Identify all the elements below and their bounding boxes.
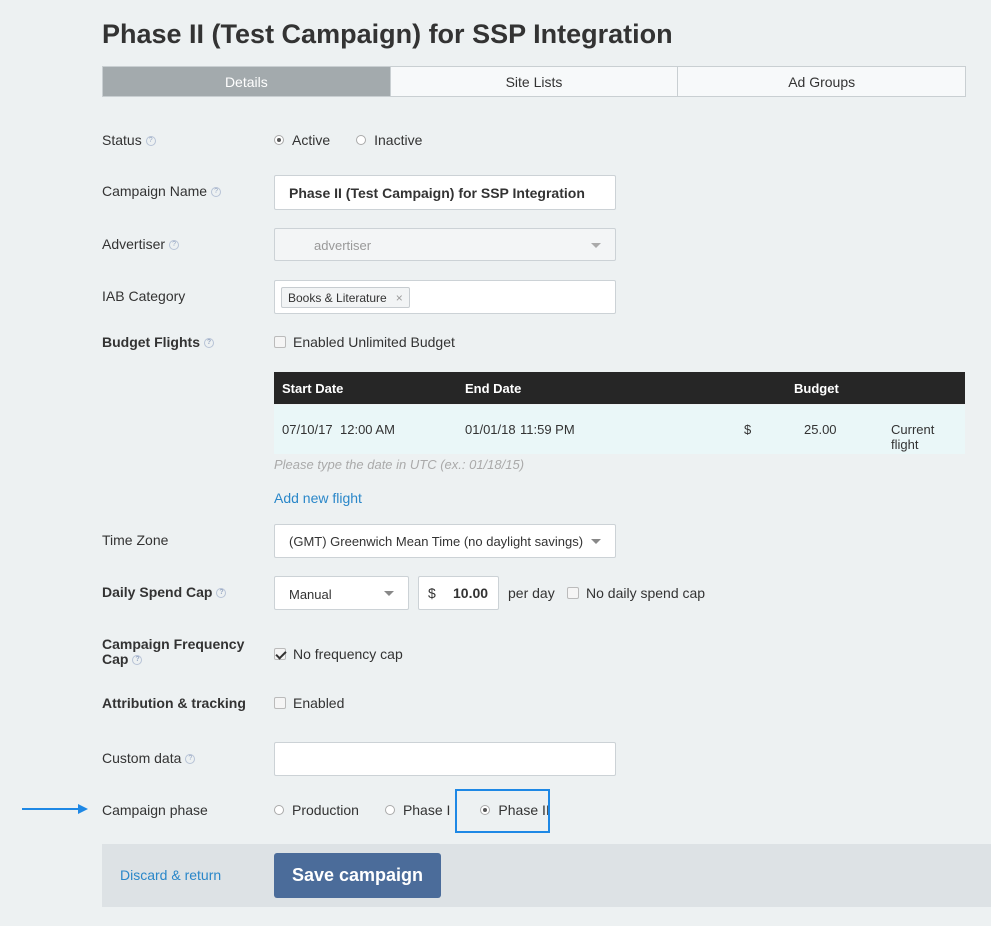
unlimited-budget-checkbox[interactable]: Enabled Unlimited Budget [274, 334, 455, 350]
form-footer: Discard & return Save campaign [102, 844, 991, 907]
flight-end-date[interactable]: 01/01/18 [465, 422, 516, 437]
checkbox-checked-icon [274, 648, 286, 660]
page-title: Phase II (Test Campaign) for SSP Integra… [102, 19, 673, 49]
help-icon[interactable]: ? [204, 338, 214, 349]
time-zone-select[interactable]: (GMT) Greenwich Mean Time (no daylight s… [274, 524, 616, 558]
add-new-flight-link[interactable]: Add new flight [274, 490, 362, 506]
status-active-radio[interactable]: Active [274, 132, 330, 148]
custom-data-label: Custom data? [102, 750, 196, 766]
attribution-label: Attribution & tracking [102, 695, 246, 711]
flight-currency: $ [744, 422, 752, 437]
advertiser-select[interactable]: advertiser [274, 228, 616, 261]
campaign-name-input[interactable]: Phase II (Test Campaign) for SSP Integra… [274, 175, 616, 210]
per-day-text: per day [508, 585, 555, 601]
spend-cap-mode-select[interactable]: Manual [274, 576, 409, 610]
tab-bar: Details Site Lists Ad Groups [102, 66, 966, 97]
status-label: Status? [102, 132, 156, 148]
no-frequency-cap-checkbox[interactable]: No frequency cap [274, 646, 403, 662]
advertiser-label: Advertiser? [102, 236, 180, 252]
spend-cap-amount: 10.00 [453, 585, 489, 601]
chevron-down-icon [591, 539, 601, 544]
remove-tag-icon[interactable]: × [396, 291, 403, 305]
no-daily-spend-cap-checkbox[interactable]: No daily spend cap [567, 585, 705, 601]
attribution-enabled-checkbox[interactable]: Enabled [274, 695, 344, 711]
phase-ii-highlight-box [455, 789, 550, 833]
time-zone-label: Time Zone [102, 532, 169, 548]
campaign-name-label: Campaign Name? [102, 183, 222, 199]
chevron-down-icon [591, 242, 601, 248]
help-icon[interactable]: ? [169, 240, 180, 251]
help-icon[interactable]: ? [185, 754, 196, 765]
chevron-down-icon [384, 591, 394, 596]
date-format-hint: Please type the date in UTC (ex.: 01/18/… [274, 457, 525, 472]
tab-details[interactable]: Details [103, 67, 391, 96]
radio-empty-icon [384, 805, 395, 815]
flights-table-header: Start Date End Date Budget [274, 372, 965, 404]
tab-site-lists[interactable]: Site Lists [391, 67, 679, 96]
frequency-cap-label: Campaign Frequency Cap? [102, 636, 245, 667]
radio-selected-icon [274, 135, 284, 145]
status-radio-group: Active Inactive [274, 132, 448, 148]
help-icon[interactable]: ? [211, 187, 222, 198]
column-budget: Budget [794, 381, 839, 396]
campaign-phase-label: Campaign phase [102, 802, 208, 818]
column-end-date: End Date [465, 381, 522, 396]
flight-budget-amount[interactable]: 25.00 [804, 422, 837, 437]
radio-empty-icon [274, 805, 284, 815]
iab-category-tag: Books & Literature × [281, 287, 410, 308]
tab-ad-groups[interactable]: Ad Groups [678, 67, 965, 96]
flight-status-note: Current flight [891, 422, 935, 452]
radio-empty-icon [356, 135, 367, 145]
currency-symbol: $ [428, 585, 436, 601]
phase-production-radio[interactable]: Production [274, 802, 359, 818]
budget-flights-label: Budget Flights? [102, 334, 214, 350]
spend-cap-amount-input[interactable]: $ 10.00 [418, 576, 499, 610]
checkbox-icon [274, 336, 286, 348]
iab-category-input[interactable]: Books & Literature × [274, 280, 616, 314]
iab-category-label: IAB Category [102, 288, 186, 304]
checkbox-icon [567, 587, 579, 599]
daily-spend-cap-label: Daily Spend Cap? [102, 584, 227, 600]
flight-end-time[interactable]: 11:59 PM [520, 422, 575, 437]
checkbox-icon [274, 697, 286, 709]
custom-data-input[interactable] [274, 742, 616, 776]
help-icon[interactable]: ? [216, 588, 227, 599]
flight-start-time[interactable]: 12:00 AM [340, 422, 395, 437]
arrow-right-icon [22, 804, 88, 814]
discard-return-link[interactable]: Discard & return [120, 867, 221, 883]
flight-start-date[interactable]: 07/10/17 [282, 422, 333, 437]
help-icon[interactable]: ? [132, 655, 143, 666]
status-inactive-radio[interactable]: Inactive [356, 132, 422, 148]
help-icon[interactable]: ? [145, 136, 156, 147]
column-start-date: Start Date [282, 381, 344, 396]
table-row[interactable]: 07/10/17 12:00 AM 01/01/18 11:59 PM $ 25… [274, 405, 965, 454]
phase-i-radio[interactable]: Phase I [384, 802, 450, 818]
save-campaign-button[interactable]: Save campaign [274, 853, 441, 898]
